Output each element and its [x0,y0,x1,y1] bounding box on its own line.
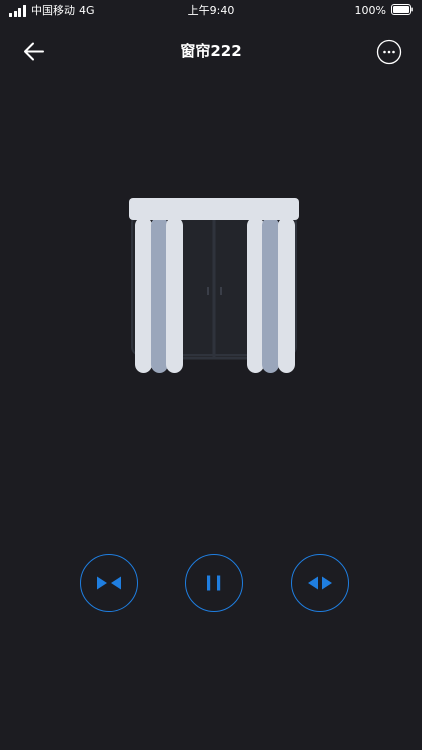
pause-button[interactable] [185,554,243,612]
pause-icon [207,575,221,591]
close-curtain-button[interactable] [80,554,138,612]
open-curtain-icon [308,576,332,590]
curtain-controls [0,554,422,616]
status-bar: 中国移动 4G 上午9:40 100% [0,0,422,22]
battery-percent: 100% [354,4,386,17]
page-title: 窗帘222 [180,42,242,60]
battery-icon [391,4,413,15]
curtain-icon [129,198,299,373]
nav-bar: 窗帘222 [0,22,422,80]
curtain-illustration [126,195,302,377]
more-button[interactable] [376,39,402,65]
close-curtain-icon [97,576,121,590]
open-curtain-button[interactable] [291,554,349,612]
more-horizontal-icon [376,39,402,65]
